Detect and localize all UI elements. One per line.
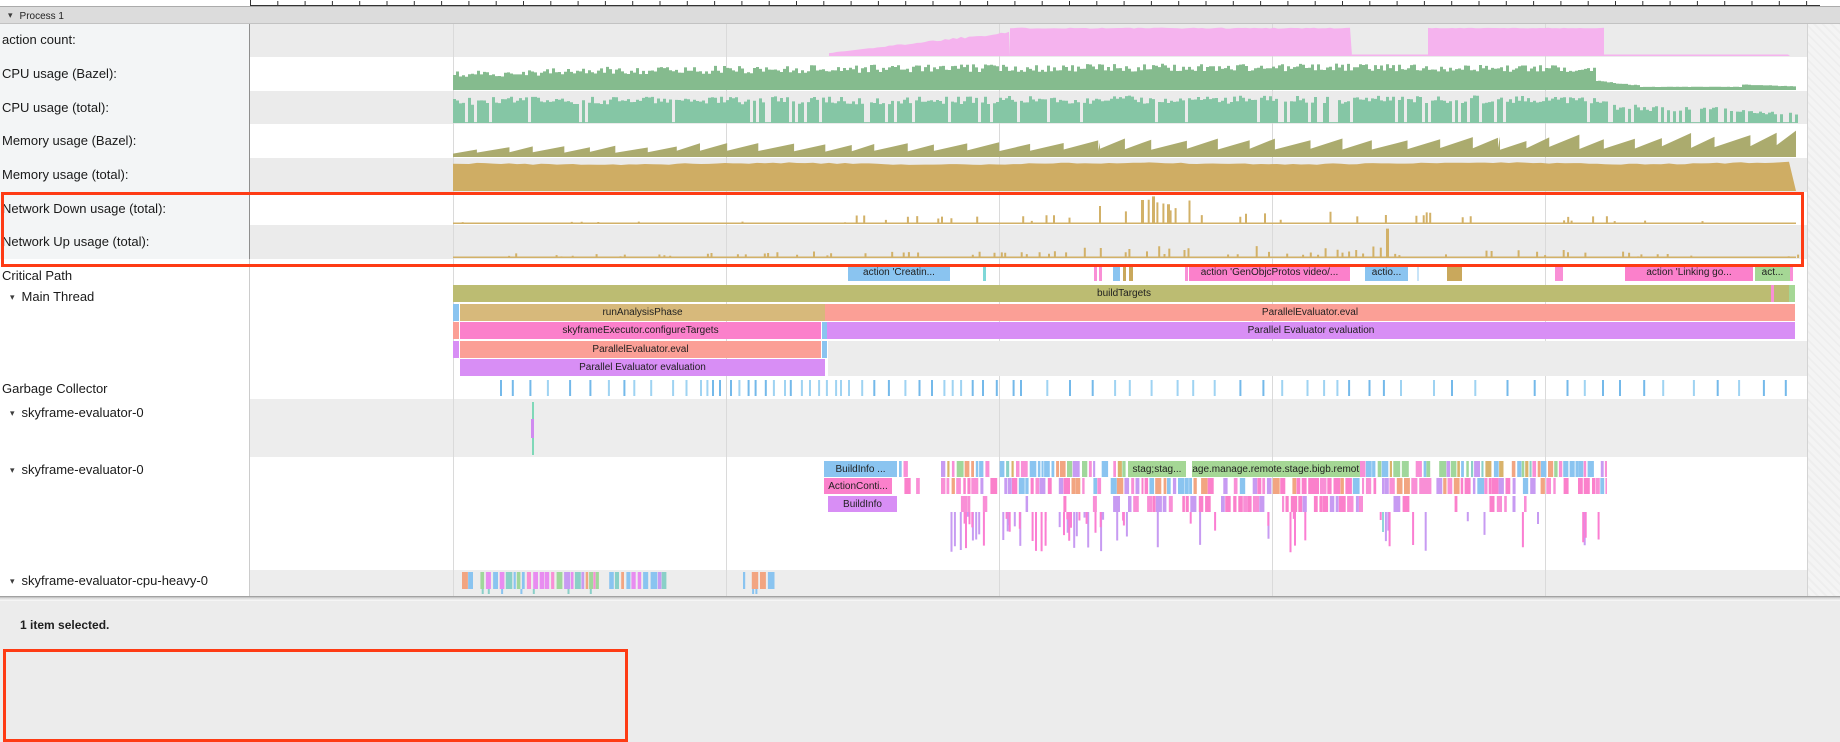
critical-path-span[interactable]: [1129, 264, 1133, 281]
busy-track-spans[interactable]: [250, 457, 1807, 570]
main-thread-span[interactable]: [453, 322, 459, 339]
counter-chart[interactable]: [250, 57, 1807, 91]
critical-path-span[interactable]: [1123, 264, 1126, 281]
main-thread-span[interactable]: [1789, 285, 1795, 302]
main-thread-span[interactable]: ParallelEvaluator.eval: [460, 341, 821, 358]
main-thread-span[interactable]: buildTargets: [453, 285, 1795, 302]
critical-path-span[interactable]: [1417, 264, 1419, 281]
busy-track-span[interactable]: stag;stag...: [1128, 461, 1186, 477]
gc-tick-track[interactable]: [250, 380, 1807, 396]
track-row-bg: [250, 399, 1840, 457]
critical-path-span[interactable]: action 'GenObjcProtos video/...: [1189, 264, 1350, 281]
main-thread-span[interactable]: [453, 304, 459, 321]
busy-track-span[interactable]: stage.manage.remote.stage.bigb.remot...: [1192, 461, 1360, 477]
counter-chart[interactable]: [250, 91, 1807, 124]
main-thread-span[interactable]: [1771, 285, 1774, 302]
track-label-cpu-total[interactable]: CPU usage (total):: [2, 100, 109, 115]
critical-path-span[interactable]: [1555, 264, 1563, 281]
critical-path-span[interactable]: action 'Linking go...: [1625, 264, 1753, 281]
critical-path-span[interactable]: action 'Creatin...: [848, 264, 950, 281]
track-label-skyframe-evaluator-0b[interactable]: ▾skyframe-evaluator-0: [10, 462, 144, 477]
main-thread-span[interactable]: Parallel Evaluator evaluation: [460, 359, 825, 376]
track-row-bg: [250, 259, 1840, 284]
collapse-arrow-icon[interactable]: ▾: [10, 292, 15, 302]
trace-span[interactable]: [1382, 512, 1384, 532]
critical-path-span[interactable]: [1185, 264, 1188, 281]
details-panel: 1 item selected. Counter Sample (1) Coun…: [0, 601, 1840, 742]
track-label-network-down[interactable]: Network Down usage (total):: [2, 201, 166, 216]
critical-path-span[interactable]: [1447, 264, 1462, 281]
critical-path-span[interactable]: actio...: [1365, 264, 1408, 281]
collapse-arrow-icon[interactable]: ▾: [10, 576, 15, 586]
collapse-arrow-icon[interactable]: ▾: [10, 408, 15, 418]
trace-viewer-app: ▾Process 1 action 'Creatin...action 'Gen…: [0, 0, 1840, 742]
track-label-skyframe-cpu-heavy[interactable]: ▾skyframe-evaluator-cpu-heavy-0: [10, 573, 208, 588]
track-canvas[interactable]: action 'Creatin... action 'GenObjcProtos …: [0, 0, 1840, 596]
busy-track-span[interactable]: BuildInfo: [828, 496, 897, 512]
track-label-action-count[interactable]: action count:: [2, 32, 76, 47]
critical-path-span[interactable]: act...: [1755, 264, 1790, 281]
out-of-range-area: [1807, 24, 1840, 596]
trace-span[interactable]: [531, 419, 534, 438]
main-thread-span[interactable]: [453, 341, 459, 358]
critical-path-span[interactable]: [983, 264, 986, 281]
track-label-critical-path[interactable]: Critical Path: [2, 268, 72, 283]
counter-chart[interactable]: [250, 158, 1807, 192]
collapse-arrow-icon[interactable]: ▾: [10, 465, 15, 475]
main-thread-span[interactable]: [822, 341, 827, 358]
cpu-heavy-track-spans[interactable]: [250, 570, 1807, 596]
critical-path-span[interactable]: [1790, 264, 1793, 281]
main-thread-span[interactable]: skyframeExecutor.configureTargets: [460, 322, 821, 339]
track-label-cpu-bazel[interactable]: CPU usage (Bazel):: [2, 66, 117, 81]
critical-path-span[interactable]: [1099, 264, 1102, 281]
track-label-main-thread[interactable]: ▾Main Thread: [10, 289, 94, 304]
main-thread-span[interactable]: Parallel Evaluator evaluation: [827, 322, 1795, 339]
counter-chart[interactable]: [250, 192, 1807, 225]
track-label-memory-bazel[interactable]: Memory usage (Bazel):: [2, 133, 136, 148]
counter-chart[interactable]: [250, 24, 1807, 57]
busy-track-span[interactable]: ActionConti...: [824, 478, 892, 494]
main-thread-span[interactable]: runAnalysisPhase: [460, 304, 825, 321]
main-thread-empty-area: [828, 341, 1807, 376]
track-label-memory-total[interactable]: Memory usage (total):: [2, 167, 128, 182]
critical-path-span[interactable]: [1113, 264, 1120, 281]
track-label-garbage-collector[interactable]: Garbage Collector: [2, 381, 108, 396]
thread-sidebar: [0, 259, 250, 596]
counter-chart[interactable]: [250, 225, 1807, 259]
counter-chart[interactable]: [250, 124, 1807, 158]
busy-track-span[interactable]: BuildInfo ...: [824, 461, 897, 477]
selection-status: 1 item selected.: [20, 618, 109, 632]
track-label-skyframe-evaluator-0[interactable]: ▾skyframe-evaluator-0: [10, 405, 144, 420]
main-thread-span[interactable]: ParallelEvaluator.eval: [825, 304, 1795, 321]
critical-path-span[interactable]: [1094, 264, 1097, 281]
track-label-network-up[interactable]: Network Up usage (total):: [2, 234, 149, 249]
